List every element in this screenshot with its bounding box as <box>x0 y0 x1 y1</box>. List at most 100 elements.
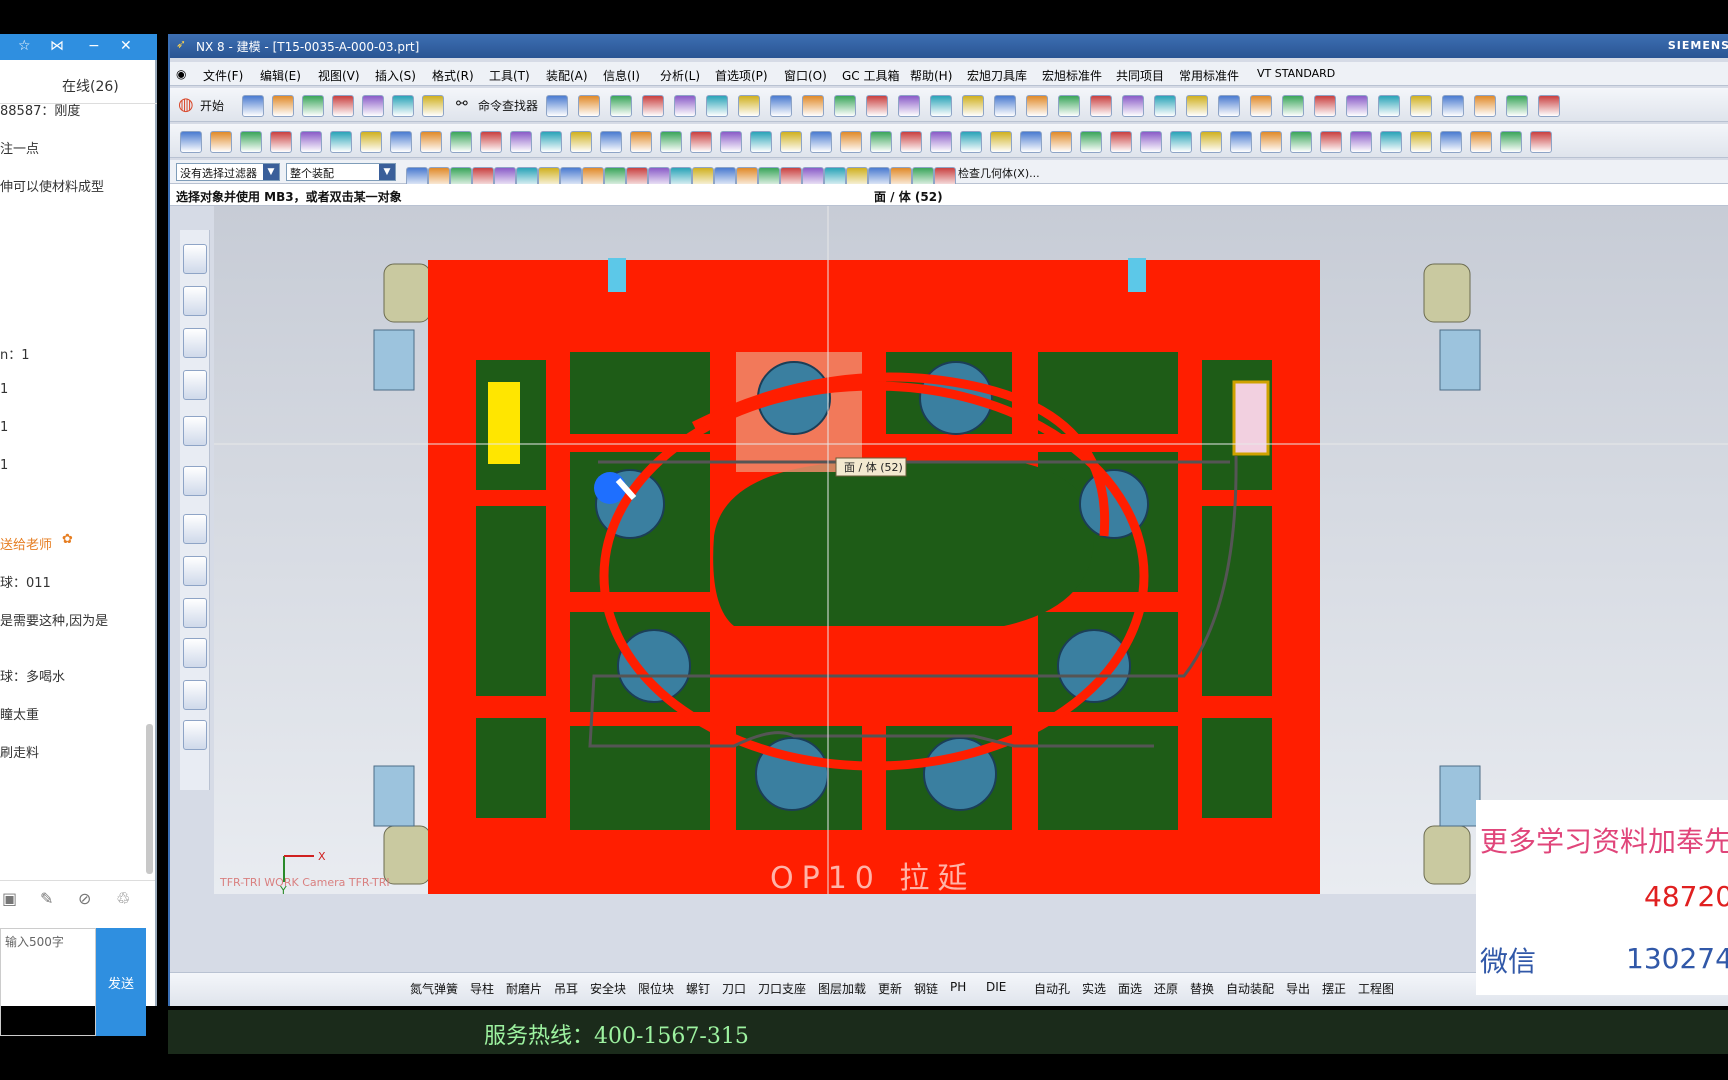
toolbar-tool-icon[interactable] <box>480 131 502 153</box>
toolbar-tool-icon[interactable] <box>1090 95 1112 117</box>
bottom-tool-7[interactable]: 刀口 <box>722 980 746 997</box>
bottom-tool-11[interactable]: 钢链 <box>914 980 938 997</box>
bottom-tool-9[interactable]: 图层加载 <box>818 980 866 997</box>
toolbar-tool-icon[interactable] <box>578 95 600 117</box>
die-model-view[interactable]: 面 / 体 (52) OP10 拉延 TFR-TRI WORK Camera T… <box>214 206 1728 894</box>
send-button[interactable]: 发送 <box>96 928 146 1036</box>
bottom-tool-17[interactable]: 还原 <box>1154 980 1178 997</box>
bottom-tool-15[interactable]: 实选 <box>1082 980 1106 997</box>
toolbar-tool-icon[interactable] <box>450 131 472 153</box>
chat-scrollbar[interactable] <box>146 724 153 874</box>
toolbar-tool-icon[interactable] <box>1058 95 1080 117</box>
toolbar-tool-icon[interactable] <box>392 95 414 117</box>
type-filter-select[interactable]: 没有选择过滤器 ▼ <box>176 163 280 181</box>
toolbar-tool-icon[interactable] <box>866 95 888 117</box>
nx-menu-icon[interactable]: ◉ <box>176 67 186 81</box>
bottom-tool-5[interactable]: 限位块 <box>638 980 674 997</box>
toolbar-tool-icon[interactable] <box>1230 131 1252 153</box>
menu-file[interactable]: 文件(F) <box>203 67 243 84</box>
menu-edit[interactable]: 编辑(E) <box>260 67 301 84</box>
toolbar-tool-icon[interactable] <box>1026 95 1048 117</box>
menu-hx-standard[interactable]: 宏旭标准件 <box>1042 67 1102 84</box>
assembly-navigator-icon[interactable] <box>183 244 207 274</box>
bottom-tool-1[interactable]: 导柱 <box>470 980 494 997</box>
bottom-tool-12[interactable]: PH <box>950 980 966 994</box>
bottom-tool-6[interactable]: 螺钉 <box>686 980 710 997</box>
toolbar-tool-icon[interactable] <box>1290 131 1312 153</box>
trash-icon[interactable]: ♲ <box>116 889 130 908</box>
close-icon[interactable]: ✕ <box>120 38 132 54</box>
toolbar-tool-icon[interactable] <box>1250 95 1272 117</box>
toolbar-tool-icon[interactable] <box>1170 131 1192 153</box>
toolbar-tool-icon[interactable] <box>962 95 984 117</box>
toolbar-tool-icon[interactable] <box>1110 131 1132 153</box>
part-navigator-icon[interactable] <box>183 328 207 358</box>
start-button[interactable]: 开始 <box>200 97 224 114</box>
toolbar-tool-icon[interactable] <box>1020 131 1042 153</box>
chat-input[interactable]: 输入500字 <box>0 928 96 1036</box>
toolbar-tool-icon[interactable] <box>642 95 664 117</box>
toolbar-tool-icon[interactable] <box>330 131 352 153</box>
toolbar-tool-icon[interactable] <box>990 131 1012 153</box>
toolbar-tool-icon[interactable] <box>1506 95 1528 117</box>
toolbar-tool-icon[interactable] <box>272 95 294 117</box>
menu-common-project[interactable]: 共同项目 <box>1116 67 1164 84</box>
toolbar-tool-icon[interactable] <box>690 131 712 153</box>
toolbar-tool-icon[interactable] <box>1320 131 1342 153</box>
toolbar-tool-icon[interactable] <box>546 95 568 117</box>
bottom-tool-22[interactable]: 工程图 <box>1358 980 1394 997</box>
toolbar-tool-icon[interactable] <box>1530 131 1552 153</box>
roles-icon[interactable] <box>183 680 207 710</box>
tab-online[interactable]: 在线(26) <box>62 76 119 96</box>
block-icon[interactable]: ⊘ <box>78 889 91 908</box>
menu-gc-toolbox[interactable]: GC 工具箱 <box>842 67 900 84</box>
palette-icon[interactable] <box>183 598 207 628</box>
toolbar-tool-icon[interactable] <box>960 131 982 153</box>
menu-info[interactable]: 信息(I) <box>603 67 640 84</box>
toolbar-tool-icon[interactable] <box>738 95 760 117</box>
minimize-icon[interactable]: − <box>88 38 100 54</box>
menu-view[interactable]: 视图(V) <box>318 67 360 84</box>
toolbar-tool-icon[interactable] <box>834 95 856 117</box>
system-scene-icon[interactable] <box>183 720 207 750</box>
toolbar-tool-icon[interactable] <box>420 131 442 153</box>
toolbar-tool-icon[interactable] <box>930 131 952 153</box>
toolbar-tool-icon[interactable] <box>362 95 384 117</box>
constraint-navigator-icon[interactable] <box>183 286 207 316</box>
toolbar-tool-icon[interactable] <box>390 131 412 153</box>
toolbar-tool-icon[interactable] <box>780 131 802 153</box>
toolbar-tool-icon[interactable] <box>720 131 742 153</box>
toolbar-tool-icon[interactable] <box>360 131 382 153</box>
bottom-tool-21[interactable]: 摆正 <box>1322 980 1346 997</box>
toolbar-tool-icon[interactable] <box>870 131 892 153</box>
toolbar-tool-icon[interactable] <box>900 131 922 153</box>
reuse-library-icon[interactable] <box>183 370 207 400</box>
toolbar-tool-icon[interactable] <box>810 131 832 153</box>
check-geometry-button[interactable]: 检查几何体(X)... <box>958 165 1040 181</box>
bottom-tool-10[interactable]: 更新 <box>878 980 902 997</box>
toolbar-tool-icon[interactable] <box>240 131 262 153</box>
toolbar-tool-icon[interactable] <box>898 95 920 117</box>
command-finder-button[interactable]: 命令查找器 <box>478 97 538 114</box>
toolbar-tool-icon[interactable] <box>1260 131 1282 153</box>
toolbar-tool-icon[interactable] <box>1410 95 1432 117</box>
menu-analysis[interactable]: 分析(L) <box>660 67 700 84</box>
menu-help[interactable]: 帮助(H) <box>910 67 952 84</box>
history-icon[interactable] <box>183 514 207 544</box>
toolbar-tool-icon[interactable] <box>1314 95 1336 117</box>
menu-format[interactable]: 格式(R) <box>432 67 474 84</box>
web-browser-icon[interactable] <box>183 466 207 496</box>
toolbar-tool-icon[interactable] <box>570 131 592 153</box>
menu-insert[interactable]: 插入(S) <box>375 67 416 84</box>
toolbar-tool-icon[interactable] <box>422 95 444 117</box>
bottom-tool-14[interactable]: 自动孔 <box>1034 980 1070 997</box>
toolbar-tool-icon[interactable] <box>1186 95 1208 117</box>
toolbar-tool-icon[interactable] <box>1346 95 1368 117</box>
toolbar-tool-icon[interactable] <box>1442 95 1464 117</box>
toolbar-tool-icon[interactable] <box>1350 131 1372 153</box>
toolbar-tool-icon[interactable] <box>270 131 292 153</box>
system-materials-icon[interactable] <box>183 556 207 586</box>
scope-select[interactable]: 整个装配 ▼ <box>286 163 396 181</box>
toolbar-tool-icon[interactable] <box>930 95 952 117</box>
toolbar-tool-icon[interactable] <box>840 131 862 153</box>
